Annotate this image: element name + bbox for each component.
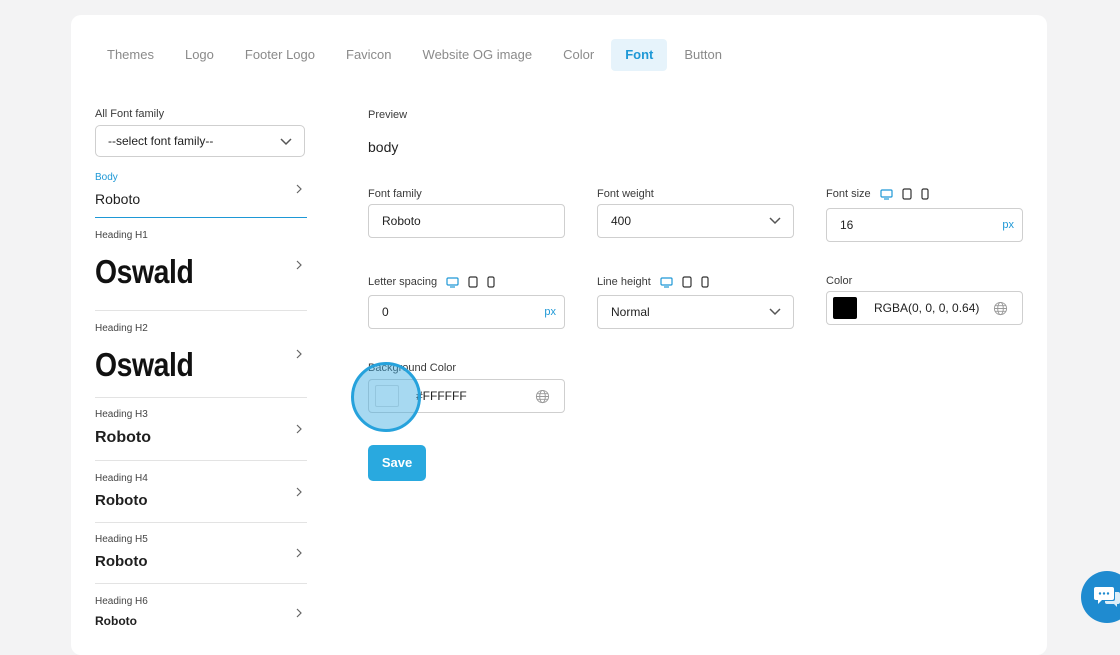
tab-bar: Themes Logo Footer Logo Favicon Website …: [93, 39, 739, 71]
settings-card: Themes Logo Footer Logo Favicon Website …: [71, 15, 1047, 655]
chevron-right-icon: [296, 184, 302, 194]
chevron-right-icon: [296, 260, 302, 270]
tab-website-og-image[interactable]: Website OG image: [409, 39, 547, 71]
tab-footer-logo[interactable]: Footer Logo: [231, 39, 329, 71]
tab-themes[interactable]: Themes: [93, 39, 168, 71]
font-family-select-value: --select font family--: [108, 134, 214, 148]
font-family-select[interactable]: --select font family--: [95, 125, 305, 157]
sidebar-item-font: Roboto: [95, 553, 148, 570]
sidebar-item-body[interactable]: Body Roboto: [95, 167, 307, 218]
line-height-select[interactable]: Normal: [597, 295, 794, 329]
sidebar-item-font: Oswald: [95, 346, 194, 383]
tab-color[interactable]: Color: [549, 39, 608, 71]
background-color-swatch[interactable]: [375, 385, 399, 407]
sidebar-item-font: Roboto: [95, 492, 148, 509]
sidebar-item-heading-h5[interactable]: Heading H5 Roboto: [95, 534, 307, 584]
desktop-icon[interactable]: [880, 188, 893, 200]
color-input[interactable]: RGBA(0, 0, 0, 0.64): [826, 291, 1023, 325]
mobile-icon[interactable]: [701, 276, 709, 288]
color-value: RGBA(0, 0, 0, 0.64): [874, 301, 980, 315]
color-label: Color: [826, 275, 853, 287]
font-weight-value: 400: [611, 214, 632, 228]
tablet-icon[interactable]: [902, 188, 912, 200]
globe-icon[interactable]: [535, 389, 550, 404]
sidebar-item-font: Roboto: [95, 191, 141, 207]
line-height-value: Normal: [611, 305, 650, 319]
chevron-right-icon: [296, 548, 302, 558]
desktop-icon[interactable]: [446, 276, 459, 288]
font-size-label: Font size: [826, 188, 871, 200]
letter-spacing-value: 0: [382, 305, 389, 319]
font-family-input[interactable]: Roboto: [368, 204, 565, 238]
sidebar-item-heading-h4[interactable]: Heading H4 Roboto: [95, 473, 307, 523]
tab-logo[interactable]: Logo: [171, 39, 228, 71]
mobile-icon[interactable]: [921, 188, 929, 200]
chevron-right-icon: [296, 349, 302, 359]
line-height-label-row: Line height: [597, 276, 709, 288]
background-color-value: #FFFFFF: [416, 389, 467, 403]
preview-text: body: [368, 139, 399, 155]
tab-font[interactable]: Font: [611, 39, 668, 71]
sidebar-item-font: Oswald: [95, 253, 194, 290]
line-height-label: Line height: [597, 276, 651, 288]
sidebar-item-heading-h1[interactable]: Heading H1 Oswald: [95, 229, 307, 311]
px-unit: px: [1002, 219, 1014, 231]
tablet-icon[interactable]: [682, 276, 692, 288]
font-family-value: Roboto: [382, 214, 421, 228]
letter-spacing-label: Letter spacing: [368, 276, 438, 288]
chevron-down-icon: [769, 308, 781, 316]
sidebar-item-label: Heading H4: [95, 473, 148, 484]
globe-icon[interactable]: [993, 301, 1008, 316]
tablet-icon[interactable]: [468, 276, 478, 288]
chevron-down-icon: [769, 217, 781, 225]
font-size-value: 16: [840, 218, 854, 232]
all-font-family-label: All Font family: [95, 108, 165, 120]
letter-spacing-input[interactable]: 0 px: [368, 295, 565, 329]
font-size-label-row: Font size: [826, 188, 929, 200]
tab-button[interactable]: Button: [670, 39, 736, 71]
sidebar-item-heading-h6[interactable]: Heading H6 Roboto: [95, 596, 307, 636]
font-weight-select[interactable]: 400: [597, 204, 794, 238]
sidebar-item-label: Heading H2: [95, 323, 148, 334]
letter-spacing-label-row: Letter spacing: [368, 276, 495, 288]
mobile-icon[interactable]: [487, 276, 495, 288]
color-swatch[interactable]: [833, 297, 857, 319]
background-color-label: Background Color: [368, 362, 457, 374]
background-color-input[interactable]: #FFFFFF: [368, 379, 565, 413]
sidebar-item-label: Heading H3: [95, 409, 148, 420]
preview-label: Preview: [368, 109, 408, 121]
font-family-label: Font family: [368, 188, 422, 200]
sidebar-item-label: Body: [95, 172, 118, 183]
px-unit: px: [544, 306, 556, 318]
font-size-input[interactable]: 16 px: [826, 208, 1023, 242]
chat-button[interactable]: [1081, 571, 1120, 623]
sidebar-item-heading-h2[interactable]: Heading H2 Oswald: [95, 322, 307, 398]
font-weight-label: Font weight: [597, 188, 654, 200]
chevron-down-icon: [280, 138, 292, 146]
sidebar-item-label: Heading H6: [95, 596, 148, 607]
sidebar-item-heading-h3[interactable]: Heading H3 Roboto: [95, 409, 307, 461]
desktop-icon[interactable]: [660, 276, 673, 288]
chevron-right-icon: [296, 608, 302, 618]
sidebar-item-font: Roboto: [95, 429, 151, 446]
save-button[interactable]: Save: [368, 445, 426, 481]
chevron-right-icon: [296, 487, 302, 497]
chat-icon: [1094, 587, 1120, 607]
chevron-right-icon: [296, 424, 302, 434]
tab-favicon[interactable]: Favicon: [332, 39, 406, 71]
sidebar-item-label: Heading H1: [95, 230, 148, 241]
sidebar-item-label: Heading H5: [95, 534, 148, 545]
